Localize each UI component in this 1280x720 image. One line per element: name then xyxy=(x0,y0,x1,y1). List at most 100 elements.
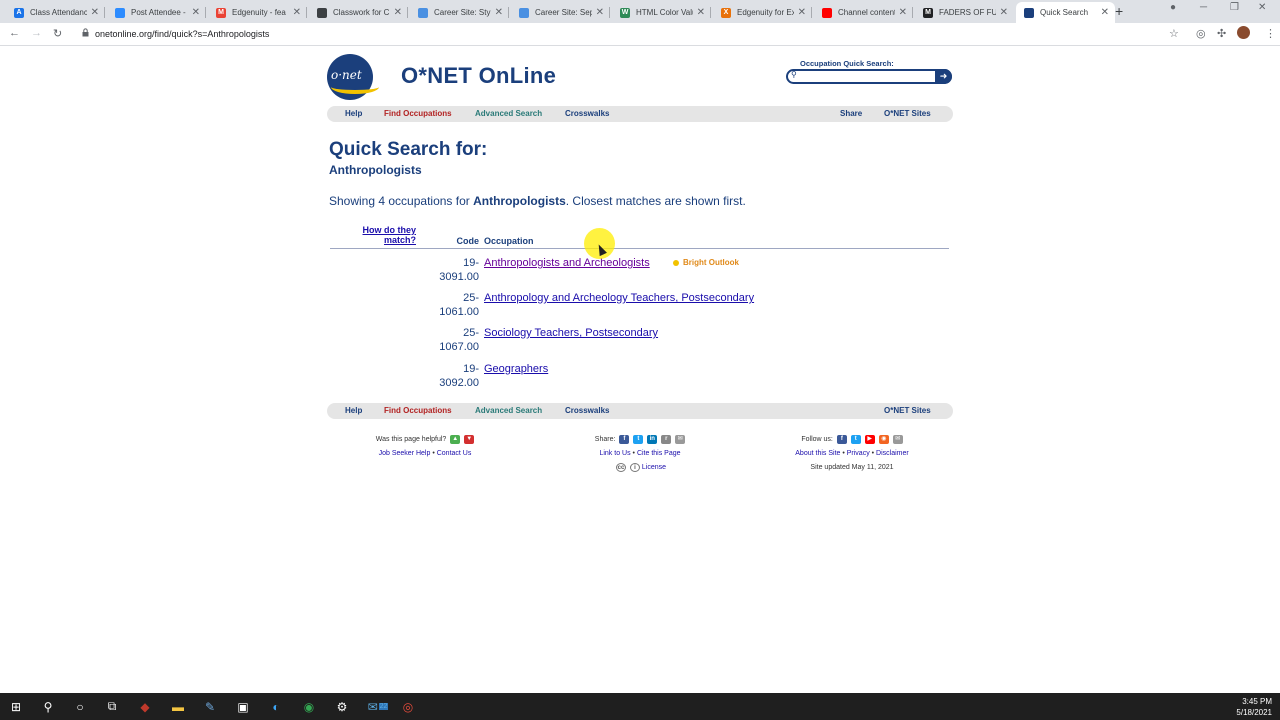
browser-tab[interactable]: M Edgenuity - fea ✕ xyxy=(208,2,307,23)
reload-icon[interactable]: ↻ xyxy=(53,27,62,40)
tab-close-icon[interactable]: ✕ xyxy=(495,7,503,18)
tab-close-icon[interactable]: ✕ xyxy=(596,7,604,18)
bookmark-star-icon[interactable]: ☆ xyxy=(1169,27,1179,40)
store-icon[interactable]: ▣ xyxy=(233,697,253,716)
mail-icon[interactable]: ✉ 22 xyxy=(365,697,391,716)
browser-tab[interactable]: Quick Search ✕ xyxy=(1016,2,1115,23)
youtube-icon[interactable]: ▶ xyxy=(864,434,875,444)
nav-advanced-search[interactable]: Advanced Search xyxy=(475,109,542,118)
tab-title: Classwork for Cl xyxy=(333,8,390,17)
nav-find-occupations[interactable]: Find Occupations xyxy=(384,406,452,415)
about-site-link[interactable]: About this Site xyxy=(795,450,840,457)
twitter-icon[interactable]: t xyxy=(633,434,644,444)
summary-suffix: . Closest matches are shown first. xyxy=(565,194,746,208)
file-explorer-icon[interactable]: ▬ xyxy=(168,697,188,716)
browser-tab[interactable]: Post Attendee - ✕ xyxy=(107,2,206,23)
tab-close-icon[interactable]: ✕ xyxy=(91,7,99,18)
nav-find-occupations[interactable]: Find Occupations xyxy=(384,109,452,118)
link-to-us-link[interactable]: Link to Us xyxy=(599,450,630,457)
onet-logo[interactable]: o·net xyxy=(327,54,379,100)
job-seeker-help-link[interactable]: Job Seeker Help xyxy=(379,450,431,457)
occupation-link[interactable]: Anthropology and Archeology Teachers, Po… xyxy=(484,291,754,305)
browser-tab[interactable]: X Edgenuity for Ex ✕ xyxy=(713,2,812,23)
browser-tab[interactable]: Career Site: Styl ✕ xyxy=(410,2,509,23)
nav-crosswalks[interactable]: Crosswalks xyxy=(565,406,609,415)
bright-outlook-badge[interactable]: Bright Outlook xyxy=(673,258,739,267)
nav-help[interactable]: Help xyxy=(345,109,362,118)
app-icon[interactable]: ◆ xyxy=(135,697,155,716)
occupation-link[interactable]: Sociology Teachers, Postsecondary xyxy=(484,326,658,340)
occupation-link[interactable]: Geographers xyxy=(484,362,548,376)
search-query: Anthropologists xyxy=(329,163,422,177)
back-icon[interactable]: ← xyxy=(9,27,20,39)
license-link[interactable]: License xyxy=(642,464,666,471)
reddit-icon[interactable]: r xyxy=(661,434,672,444)
tab-close-icon[interactable]: ✕ xyxy=(293,7,301,18)
nav-help[interactable]: Help xyxy=(345,406,362,415)
address-bar[interactable]: onetonline.org/find/quick?s=Anthropologi… xyxy=(95,29,269,39)
nav-onet-sites[interactable]: O*NET Sites xyxy=(884,109,931,118)
tab-close-icon[interactable]: ✕ xyxy=(697,7,705,18)
email-icon[interactable]: ✉ xyxy=(892,434,903,444)
tab-close-icon[interactable]: ✕ xyxy=(899,7,907,18)
how-do-they-match-link[interactable]: How do they match? xyxy=(349,225,417,245)
facebook-icon[interactable]: f xyxy=(836,434,847,444)
occupation-link[interactable]: Anthropologists and Archeologists xyxy=(484,256,650,270)
linkedin-icon[interactable]: in xyxy=(647,434,658,444)
close-window-button[interactable]: ✕ xyxy=(1258,2,1266,13)
tab-close-icon[interactable]: ✕ xyxy=(1101,7,1109,18)
tab-close-icon[interactable]: ✕ xyxy=(394,7,402,18)
email-icon[interactable]: ✉ xyxy=(675,434,686,444)
browser-tab[interactable]: M FADERS OF FUR ✕ xyxy=(915,2,1014,23)
nav-onet-sites[interactable]: O*NET Sites xyxy=(884,406,931,415)
extension-icon[interactable]: ◎ xyxy=(1196,27,1206,40)
chrome-icon[interactable]: ◉ xyxy=(299,697,319,716)
edge-icon[interactable]: ◐ xyxy=(266,697,286,716)
quick-search-input[interactable] xyxy=(802,71,932,82)
site-title[interactable]: O*NET OnLine xyxy=(401,63,556,89)
tab-favicon-icon xyxy=(519,7,529,18)
forward-icon[interactable]: → xyxy=(31,27,42,39)
tab-search-icon[interactable]: ● xyxy=(1170,2,1176,13)
tab-title: Career Site: Styl xyxy=(434,8,491,17)
nav-crosswalks[interactable]: Crosswalks xyxy=(565,109,609,118)
facebook-icon[interactable]: f xyxy=(619,434,630,444)
nav-share[interactable]: Share xyxy=(840,109,862,118)
rss-icon[interactable]: ◉ xyxy=(878,434,889,444)
contact-us-link[interactable]: Contact Us xyxy=(437,450,472,457)
task-view-icon[interactable]: ⧉ xyxy=(102,697,122,716)
tab-close-icon[interactable]: ✕ xyxy=(1000,7,1008,18)
system-clock[interactable]: 3:45 PM 5/18/2021 xyxy=(1236,696,1272,718)
bottom-nav-bar: Help Find Occupations Advanced Search Cr… xyxy=(327,403,953,419)
profile-avatar[interactable] xyxy=(1237,26,1250,39)
lock-icon[interactable] xyxy=(82,28,89,37)
new-tab-button[interactable]: + xyxy=(1115,3,1123,19)
minimize-button[interactable]: ─ xyxy=(1200,2,1207,13)
browser-tab[interactable]: A Class Attendance ✕ xyxy=(6,2,105,23)
privacy-link[interactable]: Privacy xyxy=(847,450,870,457)
browser-tab[interactable]: W HTML Color Valu ✕ xyxy=(612,2,711,23)
search-icon[interactable]: ⚲ xyxy=(38,697,58,716)
cortana-icon[interactable]: ○ xyxy=(70,697,90,716)
thumbs-down-icon[interactable]: ▼ xyxy=(464,434,475,444)
nav-advanced-search[interactable]: Advanced Search xyxy=(475,406,542,415)
twitter-icon[interactable]: t xyxy=(850,434,861,444)
cite-page-link[interactable]: Cite this Page xyxy=(637,450,681,457)
browser-tab[interactable]: Career Site: Sep ✕ xyxy=(511,2,610,23)
thumbs-up-icon[interactable]: ▲ xyxy=(450,434,461,444)
occupation-code: 19- 3092.00 xyxy=(439,363,479,389)
menu-icon[interactable]: ⋮ xyxy=(1265,27,1276,40)
windows-taskbar: ⊞ ⚲ ○ ⧉ ◆ ▬ ✎ ▣ ◐ ◉ ⚙ ✉ 22 ◎ 3:45 PM 5/18… xyxy=(0,693,1280,720)
tab-close-icon[interactable]: ✕ xyxy=(192,7,200,18)
puzzle-icon[interactable]: ✣ xyxy=(1217,27,1226,40)
screen-recorder-icon[interactable]: ◎ xyxy=(398,697,418,716)
disclaimer-link[interactable]: Disclaimer xyxy=(876,450,909,457)
tab-close-icon[interactable]: ✕ xyxy=(798,7,806,18)
browser-tab[interactable]: Channel content ✕ xyxy=(814,2,913,23)
notes-icon[interactable]: ✎ xyxy=(200,697,220,716)
windows-start-icon[interactable]: ⊞ xyxy=(6,697,26,716)
browser-tab[interactable]: Classwork for Cl ✕ xyxy=(309,2,408,23)
restore-button[interactable]: ❐ xyxy=(1230,2,1239,13)
settings-gear-icon[interactable]: ⚙ xyxy=(332,697,352,716)
search-go-button[interactable]: ➜ xyxy=(935,69,952,84)
